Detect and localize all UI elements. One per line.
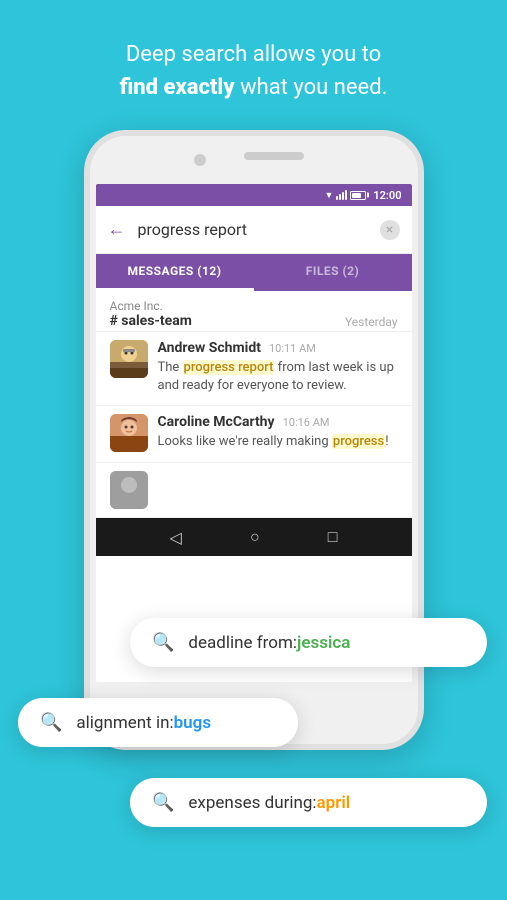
battery-icon <box>350 191 366 200</box>
results-area: Acme Inc. # sales-team Yesterday <box>96 291 412 518</box>
time-2: 10:16 AM <box>283 416 330 429</box>
suggestion-chip-3[interactable]: 🔍 expenses during:april <box>130 778 487 827</box>
nav-back-button[interactable]: ◁ <box>170 528 182 547</box>
header-normal: what you need. <box>240 75 387 100</box>
message-item-1[interactable]: Andrew Schmidt 10:11 AM The progress rep… <box>96 331 412 405</box>
result-date: Yesterday <box>345 315 398 329</box>
chip3-filter-value: april <box>317 793 351 813</box>
chip1-filter-label: from: <box>257 633 297 653</box>
signal-bars <box>336 190 347 200</box>
header-line1: Deep search allows you to <box>40 38 467 71</box>
suggestion-chip-1[interactable]: 🔍 deadline from:jessica <box>130 618 487 667</box>
channel-name: # sales-team <box>110 313 192 329</box>
time-1: 10:11 AM <box>269 342 316 355</box>
highlight-2: progress <box>332 434 385 449</box>
nav-recents-button[interactable]: □ <box>328 527 338 547</box>
result-card: Acme Inc. # sales-team Yesterday <box>96 291 412 518</box>
status-icons: ▼ 12:00 <box>324 189 401 202</box>
speaker-grille <box>244 152 304 160</box>
suggestion-chip-2[interactable]: 🔍 alignment in:bugs <box>18 698 298 747</box>
avatar-andrew <box>110 340 148 378</box>
message-meta-1: Andrew Schmidt 10:11 AM <box>158 340 398 356</box>
chip1-filter-value: jessica <box>297 633 350 653</box>
android-nav-bar: ◁ ○ □ <box>96 518 412 556</box>
workspace-name: Acme Inc. <box>110 299 192 313</box>
status-time: 12:00 <box>373 189 401 202</box>
channel-header: Acme Inc. # sales-team Yesterday <box>96 291 412 331</box>
avatar-caroline <box>110 414 148 452</box>
chip2-filter-label: in: <box>156 713 174 733</box>
chip3-text: expenses during:april <box>188 793 350 813</box>
tab-messages[interactable]: MESSAGES (12) <box>96 254 254 291</box>
message-meta-2: Caroline McCarthy 10:16 AM <box>158 414 398 430</box>
bar3 <box>342 192 344 200</box>
signal-icon: ▼ <box>324 190 333 201</box>
bar4 <box>345 190 347 200</box>
clear-search-button[interactable]: × <box>380 220 400 240</box>
battery-fill <box>352 193 360 198</box>
header-section: Deep search allows you to find exactly w… <box>0 0 507 120</box>
chip2-filter-value: bugs <box>174 713 211 733</box>
bar1 <box>336 196 338 200</box>
status-bar: ▼ 12:00 <box>96 184 412 206</box>
chip2-search-icon: 🔍 <box>40 712 62 733</box>
chip2-text: alignment in:bugs <box>76 713 211 733</box>
camera-dot <box>194 154 206 166</box>
chip3-filter-label: during: <box>265 793 317 813</box>
message-text-1: The progress report from last week is up… <box>158 359 398 395</box>
tab-bar: MESSAGES (12) FILES (2) <box>96 254 412 291</box>
tab-files[interactable]: FILES (2) <box>254 254 412 291</box>
bar2 <box>339 194 341 200</box>
search-query-display[interactable]: progress report <box>138 220 380 239</box>
header-line2: find exactly what you need. <box>40 71 467 104</box>
chip3-search-icon: 🔍 <box>152 792 174 813</box>
phone-top <box>90 136 418 184</box>
header-bold: find exactly <box>120 75 235 100</box>
message-content-1: Andrew Schmidt 10:11 AM The progress rep… <box>158 340 398 395</box>
nav-home-button[interactable]: ○ <box>250 527 260 547</box>
chip1-keyword: deadline <box>188 633 256 653</box>
highlight-1: progress report <box>183 360 275 375</box>
chip1-search-icon: 🔍 <box>152 632 174 653</box>
message-item-2[interactable]: Caroline McCarthy 10:16 AM Looks like we… <box>96 405 412 462</box>
back-button[interactable]: ← <box>108 219 126 240</box>
message-content-2: Caroline McCarthy 10:16 AM Looks like we… <box>158 414 398 451</box>
message-text-2: Looks like we're really making progress! <box>158 433 398 451</box>
author-andrew: Andrew Schmidt <box>158 340 261 356</box>
search-bar[interactable]: ← progress report × <box>96 206 412 254</box>
avatar-partial <box>110 471 148 509</box>
phone-screen: ▼ 12:00 ← pr <box>96 184 412 682</box>
chip2-keyword: alignment <box>76 713 156 733</box>
chip1-text: deadline from:jessica <box>188 633 350 653</box>
message-item-3-partial <box>96 462 412 517</box>
author-caroline: Caroline McCarthy <box>158 414 275 430</box>
chip3-keyword: expenses <box>188 793 264 813</box>
